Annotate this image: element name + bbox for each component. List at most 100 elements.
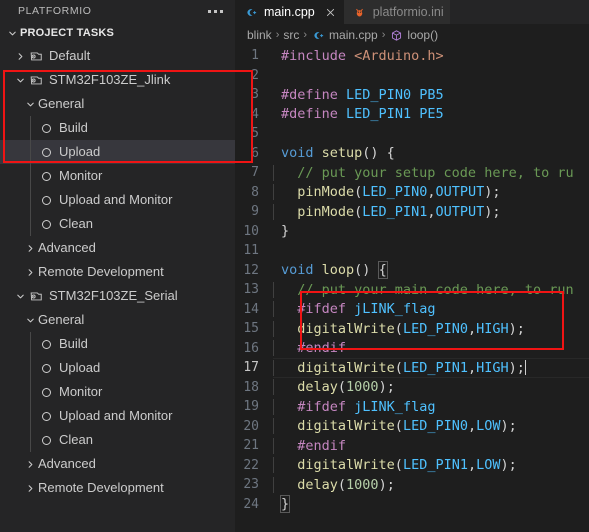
chevron-right-icon[interactable] [22,456,38,472]
code-token: #define [281,106,338,123]
code-token: #endif [281,437,347,454]
indent-guide [273,398,274,415]
line-number: 9 [251,204,259,220]
breadcrumb-item-loop-[interactable]: loop() [389,28,438,42]
sidebar-item-monitor[interactable]: Monitor [0,164,235,188]
tree-indent-guide [30,332,31,356]
code-token: , [467,359,477,376]
chevron-down-icon[interactable] [22,96,38,112]
sidebar-item-clean[interactable]: Clean [0,212,235,236]
code-line-text: digitalWrite(LED_PIN0,HIGH); [273,320,525,337]
line-number: 8 [251,184,259,200]
sidebar-item-remote-development[interactable]: Remote Development [0,260,235,284]
cpp-file-icon [244,5,258,19]
code-line-text: // put your main code here, to run [273,281,574,298]
sidebar-item-remote-development[interactable]: Remote Development [0,476,235,500]
line-number: 16 [243,340,259,356]
code-token: ); [378,476,395,493]
sidebar-item-upload-and-monitor[interactable]: Upload and Monitor [0,188,235,212]
chevron-right-icon[interactable] [22,480,38,496]
tab-main-cpp[interactable]: main.cpp [235,0,344,24]
platformio-ini-icon [353,5,367,19]
method-symbol-icon [389,28,403,42]
code-token: void [281,145,314,162]
breadcrumb-label: src [283,28,300,42]
code-editor[interactable]: 1 #include <Arduino.h> 2 3 #define LED_PIN0 … [235,46,589,532]
chevron-right-icon[interactable] [12,48,28,64]
chevron-down-icon[interactable] [12,288,28,304]
breadcrumb-item-blink[interactable]: blink [247,28,272,42]
code-line-text: delay(1000); [273,379,395,396]
code-token: LED_PIN1 [402,359,468,376]
chevron-down-icon[interactable] [12,72,28,88]
indent-guide [273,379,274,396]
line-number: 1 [251,48,259,64]
code-token: #ifdef [281,301,347,318]
code-line: 15 digitalWrite(LED_PIN0,HIGH); [235,319,589,339]
sidebar-item-label: STM32F103ZE_Serial [49,288,178,303]
section-project-tasks[interactable]: PROJECT TASKS [0,22,235,44]
sidebar-item-label: Default [49,48,91,63]
line-number: 10 [243,223,259,239]
line-number: 21 [243,438,259,454]
code-token: ); [508,359,525,376]
sidebar-item-label: Build [59,120,88,135]
sidebar-item-general[interactable]: General [0,92,235,116]
code-token: ); [484,203,501,220]
code-token: digitalWrite [281,320,395,337]
code-line: 17 digitalWrite(LED_PIN1,HIGH); [235,358,589,378]
code-token: OUTPUT [435,203,485,220]
line-number: 18 [243,379,259,395]
sidebar-item-default[interactable]: Default [0,44,235,68]
code-token: ( [394,359,403,376]
code-token: jLINK_flag [354,398,436,415]
ellipsis-icon[interactable] [204,7,227,16]
line-number: 15 [243,321,259,337]
code-token: void [281,262,314,279]
sidebar-item-label: Clean [59,216,93,231]
line-number: 3 [251,87,259,103]
code-token: LED_PIN1 [402,457,468,474]
sidebar-item-build[interactable]: Build [0,332,235,356]
sidebar-item-label: Remote Development [38,480,164,495]
code-line-text: pinMode(LED_PIN0,OUTPUT); [273,184,501,201]
indent-guide [273,437,274,454]
code-line: 18 delay(1000); [235,378,589,398]
sidebar-item-label: Advanced [38,240,96,255]
tree-indent-guide [30,116,31,140]
code-token: ( [394,457,403,474]
chevron-down-icon[interactable] [22,312,38,328]
code-token: #include [281,47,347,64]
code-token: LED_PIN0 [402,320,468,337]
sidebar-item-upload[interactable]: Upload [0,140,235,164]
sidebar-item-upload-and-monitor[interactable]: Upload and Monitor [0,404,235,428]
sidebar-item-stm32f103ze-jlink[interactable]: STM32F103ZE_Jlink [0,68,235,92]
tab-platformio-ini[interactable]: platformio.ini [343,0,450,24]
line-number: 23 [243,477,259,493]
line-number: 24 [243,496,259,512]
code-token: } [279,495,291,514]
sidebar-item-advanced[interactable]: Advanced [0,452,235,476]
chevron-right-icon[interactable] [22,240,38,256]
code-line: 12 void loop() { [235,261,589,281]
sidebar-item-upload[interactable]: Upload [0,356,235,380]
breadcrumb-item-src[interactable]: src [283,28,299,42]
line-number: 22 [243,457,259,473]
code-token: // put your setup code here, to ru [281,164,574,181]
sidebar-item-label: Advanced [38,456,96,471]
sidebar-item-stm32f103ze-serial[interactable]: STM32F103ZE_Serial [0,284,235,308]
text-cursor [524,359,527,375]
line-number: 17 [243,360,259,376]
sidebar-item-general[interactable]: General [0,308,235,332]
tree-indent-guide [30,356,31,380]
code-line: 8 pinMode(LED_PIN0,OUTPUT); [235,183,589,203]
line-number: 14 [243,301,259,317]
sidebar-item-clean[interactable]: Clean [0,428,235,452]
chevron-right-icon[interactable] [22,264,38,280]
close-icon[interactable] [324,5,338,19]
sidebar-item-advanced[interactable]: Advanced [0,236,235,260]
sidebar-item-build[interactable]: Build [0,116,235,140]
sidebar-item-monitor[interactable]: Monitor [0,380,235,404]
breadcrumb-item-main-cpp[interactable]: main.cpp [311,28,378,42]
